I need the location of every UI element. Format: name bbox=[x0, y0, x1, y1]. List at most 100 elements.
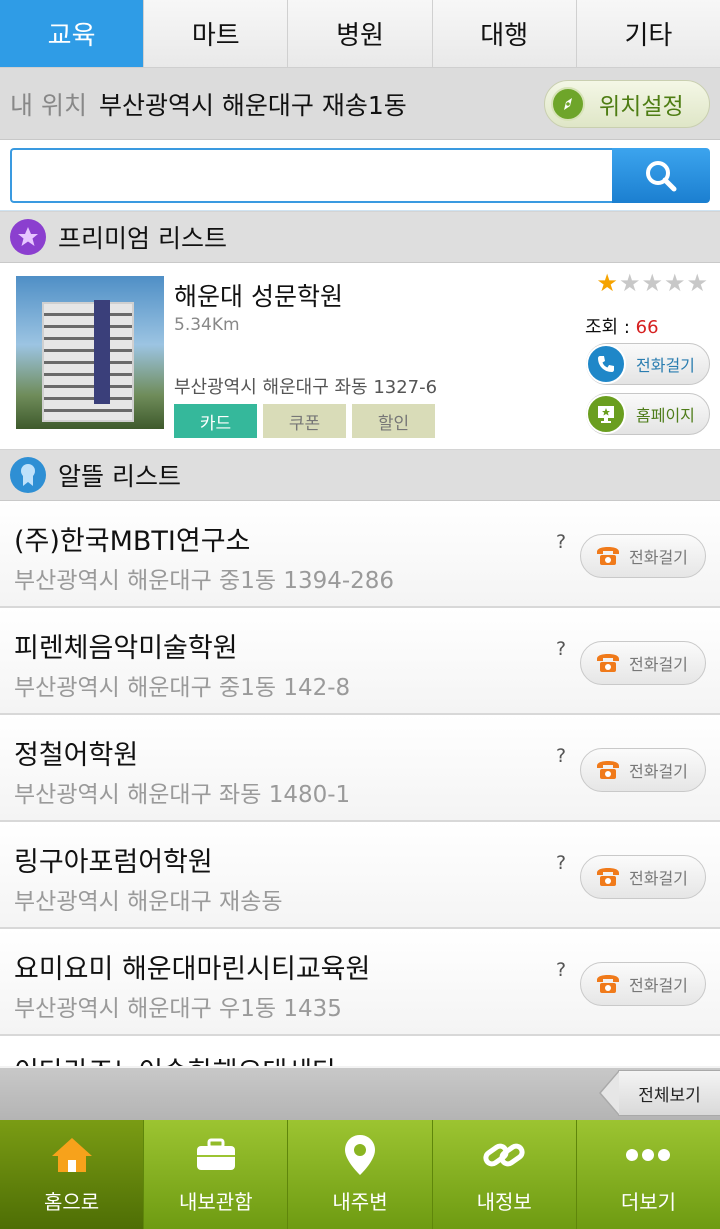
list-item[interactable]: 정철어학원 부산광역시 해운대구 좌동 1480-1 ? 전화걸기 bbox=[0, 715, 720, 822]
list-item[interactable]: 요미요미 해운대마린시티교육원 부산광역시 해운대구 우1동 1435 ? 전화… bbox=[0, 929, 720, 1036]
star-icon: ★ bbox=[663, 269, 686, 297]
location-value: 부산광역시 해운대구 재송1동 bbox=[98, 90, 407, 120]
premium-section-header: 프리미엄 리스트 bbox=[0, 211, 720, 263]
list-item-name: 이다라즈뇨이솟한해오대세다 bbox=[14, 1050, 337, 1066]
list-item-question: ? bbox=[556, 638, 567, 660]
star-icon: ★ bbox=[686, 269, 708, 297]
list-item-partial[interactable]: 이다라즈뇨이솟한해오대세다 bbox=[0, 1036, 720, 1066]
call-button[interactable]: 전화걸기 bbox=[580, 855, 706, 899]
tab-hospital[interactable]: 병원 bbox=[288, 0, 433, 67]
premium-call-label: 전화걸기 bbox=[636, 356, 695, 375]
view-all-bar: 전체보기 bbox=[0, 1068, 720, 1120]
list-item-name: 정철어학원 bbox=[14, 740, 139, 771]
premium-badges: 카드 쿠폰 할인 bbox=[174, 404, 435, 438]
call-label: 전화걸기 bbox=[629, 548, 688, 567]
tab-agency[interactable]: 대행 bbox=[433, 0, 577, 67]
list-item-name: 링구아포럼어학원 bbox=[14, 847, 213, 878]
briefcase-icon bbox=[195, 1130, 237, 1180]
premium-listing[interactable]: 해운대 성문학원 5.34Km 부산광역시 해운대구 좌동 1327-6 카드 … bbox=[0, 263, 720, 449]
budget-section-header: 알뜰 리스트 bbox=[0, 449, 720, 501]
location-label: 내 위치 bbox=[10, 90, 87, 120]
star-icon: ★ bbox=[641, 269, 663, 297]
budget-list: (주)한국MBTI연구소 부산광역시 해운대구 중1동 1394-286 ? 전… bbox=[0, 501, 720, 1066]
view-count-value: 66 bbox=[635, 317, 659, 338]
home-icon bbox=[50, 1130, 94, 1180]
premium-address: 부산광역시 해운대구 좌동 1327-6 bbox=[174, 377, 438, 398]
list-item-address: 부산광역시 해운대구 좌동 1480-1 bbox=[14, 782, 351, 808]
call-button[interactable]: 전화걸기 bbox=[580, 641, 706, 685]
premium-distance: 5.34Km bbox=[174, 315, 240, 335]
call-label: 전화걸기 bbox=[629, 869, 688, 888]
star-icon: ★ bbox=[618, 269, 641, 297]
nav-home-label: 홈으로 bbox=[44, 1190, 100, 1214]
list-item-name: (주)한국MBTI연구소 bbox=[14, 526, 251, 557]
list-item-question: ? bbox=[556, 531, 567, 553]
phone-icon bbox=[586, 344, 626, 384]
rating-stars: ★ ★ ★ ★ ★ bbox=[596, 271, 708, 295]
ribbon-badge-icon bbox=[10, 457, 46, 493]
list-item-address: 부산광역시 해운대구 중1동 142-8 bbox=[14, 675, 351, 701]
premium-call-button[interactable]: 전화걸기 bbox=[586, 343, 710, 385]
call-button[interactable]: 전화걸기 bbox=[580, 748, 706, 792]
discount-badge: 할인 bbox=[352, 404, 435, 438]
list-item-question: ? bbox=[556, 852, 567, 874]
card-badge: 카드 bbox=[174, 404, 257, 438]
search-bar bbox=[0, 140, 720, 211]
homepage-icon bbox=[586, 394, 626, 434]
call-label: 전화걸기 bbox=[629, 976, 688, 995]
view-count-label: 조회 : bbox=[585, 317, 636, 338]
nav-my-info-label: 내정보 bbox=[476, 1190, 532, 1214]
call-button[interactable]: 전화걸기 bbox=[580, 534, 706, 578]
phone-icon bbox=[597, 868, 619, 886]
list-item-address: 부산광역시 해운대구 중1동 1394-286 bbox=[14, 568, 395, 594]
search-input[interactable] bbox=[10, 148, 612, 203]
search-button[interactable] bbox=[612, 148, 710, 203]
listing-thumbnail bbox=[16, 276, 164, 429]
location-pin-icon bbox=[343, 1130, 377, 1180]
search-icon bbox=[646, 160, 677, 191]
tab-other[interactable]: 기타 bbox=[577, 0, 720, 67]
nav-more-label: 더보기 bbox=[620, 1190, 677, 1214]
tab-mart[interactable]: 마트 bbox=[144, 0, 289, 67]
list-item-name: 요미요미 해운대마린시티교육원 bbox=[14, 954, 371, 985]
phone-icon bbox=[597, 547, 619, 565]
set-location-label: 위치설정 bbox=[599, 93, 684, 120]
premium-homepage-label: 홈페이지 bbox=[636, 406, 695, 425]
nav-more[interactable]: 더보기 bbox=[576, 1120, 720, 1229]
call-label: 전화걸기 bbox=[629, 762, 688, 781]
link-icon bbox=[481, 1130, 527, 1180]
set-location-button[interactable]: 위치설정 bbox=[544, 79, 710, 128]
compass-icon bbox=[551, 86, 585, 121]
list-item-address: 부산광역시 해운대구 우1동 1435 bbox=[14, 996, 342, 1022]
list-item-question: ? bbox=[556, 745, 567, 767]
call-label: 전화걸기 bbox=[629, 655, 688, 674]
call-button[interactable]: 전화걸기 bbox=[580, 962, 706, 1006]
list-item-name: 피렌체음악미술학원 bbox=[14, 633, 238, 664]
location-bar: 내 위치 부산광역시 해운대구 재송1동 위치설정 bbox=[0, 68, 720, 140]
nav-nearby[interactable]: 내주변 bbox=[288, 1120, 433, 1229]
tab-education[interactable]: 교육 bbox=[0, 0, 145, 67]
list-item[interactable]: 피렌체음악미술학원 부산광역시 해운대구 중1동 142-8 ? 전화걸기 bbox=[0, 608, 720, 715]
bottom-nav: 홈으로 내보관함 내주변 내정보 더보기 bbox=[0, 1120, 720, 1229]
phone-icon bbox=[597, 975, 619, 993]
premium-name: 해운대 성문학원 bbox=[174, 282, 343, 311]
nav-my-box[interactable]: 내보관함 bbox=[144, 1120, 289, 1229]
list-item[interactable]: (주)한국MBTI연구소 부산광역시 해운대구 중1동 1394-286 ? 전… bbox=[0, 501, 720, 608]
list-item-question: ? bbox=[556, 959, 567, 981]
category-tabs: 교육 마트 병원 대행 기타 bbox=[0, 0, 720, 68]
phone-icon bbox=[597, 654, 619, 672]
star-badge-icon bbox=[10, 219, 46, 255]
more-icon bbox=[625, 1130, 671, 1180]
premium-section-title: 프리미엄 리스트 bbox=[58, 224, 227, 253]
list-item[interactable]: 링구아포럼어학원 부산광역시 해운대구 재송동 ? 전화걸기 bbox=[0, 822, 720, 929]
premium-homepage-button[interactable]: 홈페이지 bbox=[586, 393, 710, 435]
star-icon: ★ bbox=[596, 269, 618, 297]
view-count: 조회 : 66 bbox=[585, 313, 659, 339]
nav-my-box-label: 내보관함 bbox=[179, 1190, 253, 1214]
coupon-badge: 쿠폰 bbox=[263, 404, 346, 438]
view-all-button[interactable]: 전체보기 bbox=[599, 1070, 720, 1116]
budget-section-title: 알뜰 리스트 bbox=[58, 462, 181, 491]
nav-nearby-label: 내주변 bbox=[332, 1190, 388, 1214]
nav-home[interactable]: 홈으로 bbox=[0, 1120, 145, 1229]
nav-my-info[interactable]: 내정보 bbox=[432, 1120, 577, 1229]
